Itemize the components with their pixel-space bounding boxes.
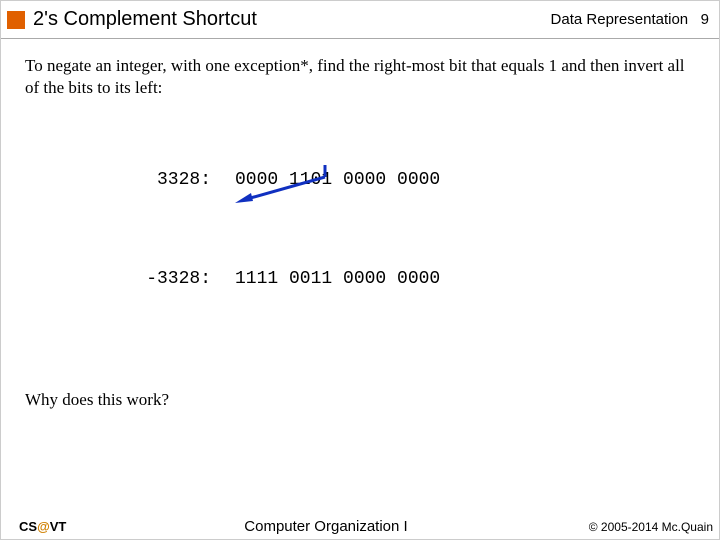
footer-vt: VT: [50, 519, 67, 534]
slide-header: 2's Complement Shortcut Data Representat…: [1, 1, 719, 39]
slide-title: 2's Complement Shortcut: [33, 8, 551, 31]
footer-at: @: [37, 519, 50, 534]
value-bits: 0000 1101 0000 0000: [235, 170, 440, 192]
slide-footer: CS@VT Computer Organization I © 2005-201…: [1, 518, 719, 535]
slide-section-page: Data Representation 9: [551, 11, 709, 28]
slide-body: To negate an integer, with one exception…: [1, 39, 719, 410]
footer-copyright: © 2005-2014 Mc.Quain: [513, 520, 713, 534]
footer-cs: CS: [19, 519, 37, 534]
page-number: 9: [701, 11, 709, 28]
section-label: Data Representation: [551, 11, 689, 28]
binary-row-positive: 3328: 0000 1101 0000 0000: [125, 170, 695, 192]
question-text: Why does this work?: [25, 390, 695, 410]
value-label: 3328:: [125, 170, 235, 192]
intro-text: To negate an integer, with one exception…: [25, 55, 695, 99]
value-bits: 1111 0011 0000 0000: [235, 269, 440, 291]
binary-block: 3328: 0000 1101 0000 0000 -3328: 1111 00…: [125, 127, 695, 368]
binary-row-negative: -3328: 1111 0011 0000 0000: [125, 269, 695, 291]
footer-left: CS@VT: [19, 519, 139, 534]
header-bullet-icon: [7, 11, 25, 29]
footer-course: Computer Organization I: [139, 518, 513, 535]
slide: 2's Complement Shortcut Data Representat…: [0, 0, 720, 540]
value-label: -3328:: [125, 269, 235, 291]
